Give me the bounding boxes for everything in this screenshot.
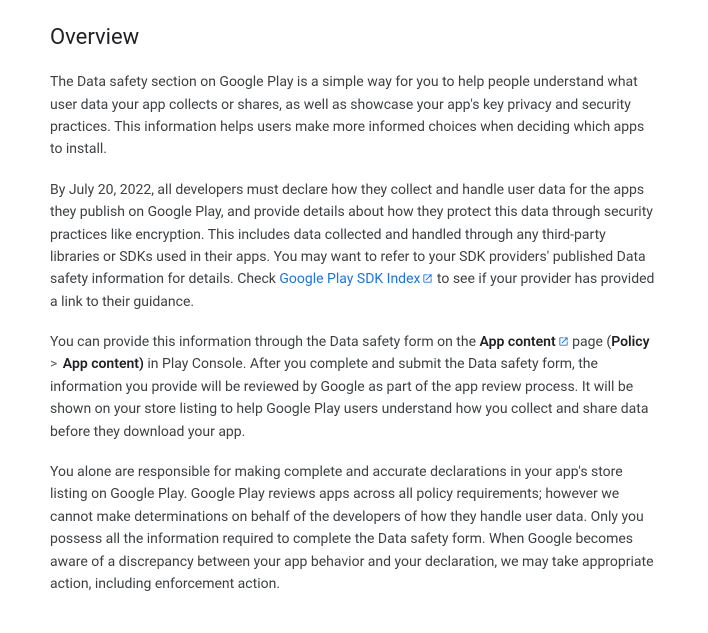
- paragraph-deadline: By July 20, 2022, all developers must de…: [50, 179, 658, 313]
- paragraph-form: You can provide this information through…: [50, 331, 658, 443]
- app-content-link-text: App content: [479, 334, 555, 350]
- app-content-link[interactable]: App content: [479, 334, 568, 350]
- overview-heading: Overview: [50, 20, 658, 55]
- paragraph-intro: The Data safety section on Google Play i…: [50, 71, 658, 161]
- sdk-index-link[interactable]: Google Play SDK Index: [279, 271, 433, 287]
- paragraph-responsibility: You alone are responsible for making com…: [50, 461, 658, 595]
- para3-text-b: page (: [569, 334, 612, 350]
- breadcrumb-separator: >: [50, 356, 61, 372]
- breadcrumb-app-content: App content): [63, 356, 144, 372]
- sdk-index-link-text: Google Play SDK Index: [279, 271, 420, 287]
- breadcrumb-policy: Policy: [611, 334, 649, 350]
- para3-text-a: You can provide this information through…: [50, 334, 479, 350]
- external-link-icon: [422, 273, 433, 284]
- external-link-icon: [558, 336, 569, 347]
